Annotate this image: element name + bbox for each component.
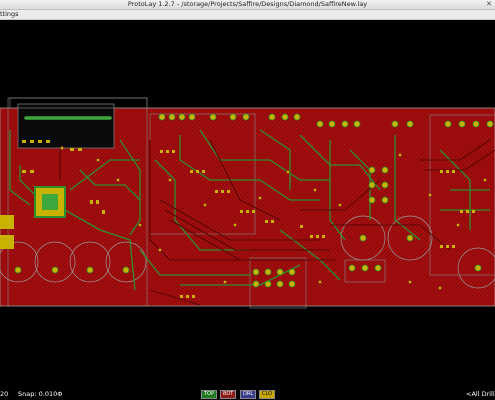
menu-settings[interactable]: ttings (0, 10, 19, 19)
coordinate-readout: 20 (0, 390, 9, 398)
menu-bar: ttings (0, 10, 495, 20)
pcb-layout-view (0, 97, 495, 309)
drill-layer-select[interactable]: <All Drill L (466, 389, 495, 399)
layer-top-button[interactable]: TOP (201, 390, 218, 399)
layer-clo-button[interactable]: CLO (259, 390, 276, 399)
close-icon[interactable]: ✕ (486, 0, 492, 9)
status-bar: 20 Snap: 0.010Φ TOP BOT DRL CLO <All Dri… (0, 388, 495, 400)
pcb-canvas[interactable] (0, 20, 495, 387)
layer-bot-button[interactable]: BOT (220, 390, 237, 399)
title-bar: ProtoLay 1.2.7 - /storage/Projects/Saffi… (0, 0, 495, 10)
snap-readout: Snap: 0.010Φ (18, 390, 63, 398)
layer-drl-button[interactable]: DRL (240, 390, 257, 399)
window-title: ProtoLay 1.2.7 - /storage/Projects/Saffi… (127, 0, 368, 8)
